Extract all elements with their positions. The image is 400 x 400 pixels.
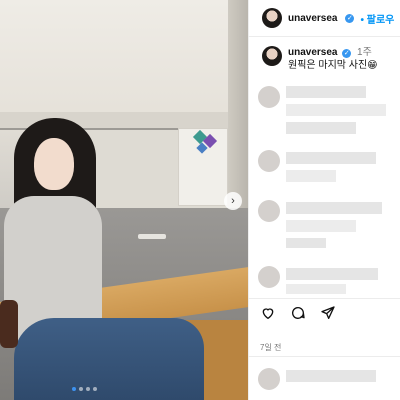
- verified-badge-icon: ✓: [345, 13, 355, 23]
- photo-pillar: [228, 0, 248, 210]
- caption-time: 1주: [357, 47, 372, 58]
- blurred-comment: [286, 86, 366, 98]
- comment-icon[interactable]: [290, 305, 306, 321]
- carousel-indicator: [72, 387, 97, 391]
- avatar[interactable]: [262, 8, 282, 28]
- blurred-comment: [286, 104, 386, 116]
- carousel-dot: [86, 387, 90, 391]
- photo-person-face: [34, 138, 74, 190]
- post-actions: [260, 305, 336, 321]
- post-age: 7일 전: [260, 343, 282, 352]
- photo-floor-light: [138, 234, 166, 239]
- actions-divider: [248, 298, 400, 299]
- blurred-comment: [286, 238, 326, 248]
- photo-person-bag: [0, 300, 18, 348]
- blurred-comment: [286, 152, 376, 164]
- blurred-comment: [286, 220, 356, 232]
- blurred-avatar: [258, 86, 280, 108]
- caption: unaversea ✓ 1주 원픽은 마지막 사진😁: [262, 46, 378, 72]
- post-header: unaversea ✓ • 팔로우: [262, 8, 394, 28]
- blurred-comment: [286, 202, 382, 214]
- blurred-comment: [286, 170, 336, 182]
- caption-avatar[interactable]: [262, 46, 282, 66]
- follow-button[interactable]: • 팔로우: [360, 11, 394, 26]
- carousel-next-button[interactable]: ›: [224, 192, 242, 210]
- photo-ceiling: [0, 0, 248, 120]
- carousel-dot-active: [72, 387, 76, 391]
- caption-text: 원픽은 마지막 사진😁: [288, 60, 378, 71]
- header-divider: [248, 36, 400, 37]
- post-username[interactable]: unaversea: [288, 13, 337, 24]
- blurred-avatar: [258, 368, 280, 390]
- share-icon[interactable]: [320, 305, 336, 321]
- chevron-right-icon: ›: [231, 195, 235, 207]
- blurred-comment: [286, 370, 376, 382]
- blurred-comment: [286, 284, 346, 294]
- heart-icon[interactable]: [260, 305, 276, 321]
- blurred-comment: [286, 122, 356, 134]
- blurred-comment: [286, 268, 378, 280]
- blurred-avatar: [258, 266, 280, 288]
- blurred-avatar: [258, 200, 280, 222]
- photo-person-jeans: [14, 318, 204, 400]
- carousel-dot: [93, 387, 97, 391]
- post-photo[interactable]: [0, 0, 248, 400]
- caption-username[interactable]: unaversea: [288, 47, 337, 58]
- verified-badge-icon: ✓: [342, 49, 352, 58]
- footer-divider: [248, 356, 400, 357]
- carousel-dot: [79, 387, 83, 391]
- blurred-avatar: [258, 150, 280, 172]
